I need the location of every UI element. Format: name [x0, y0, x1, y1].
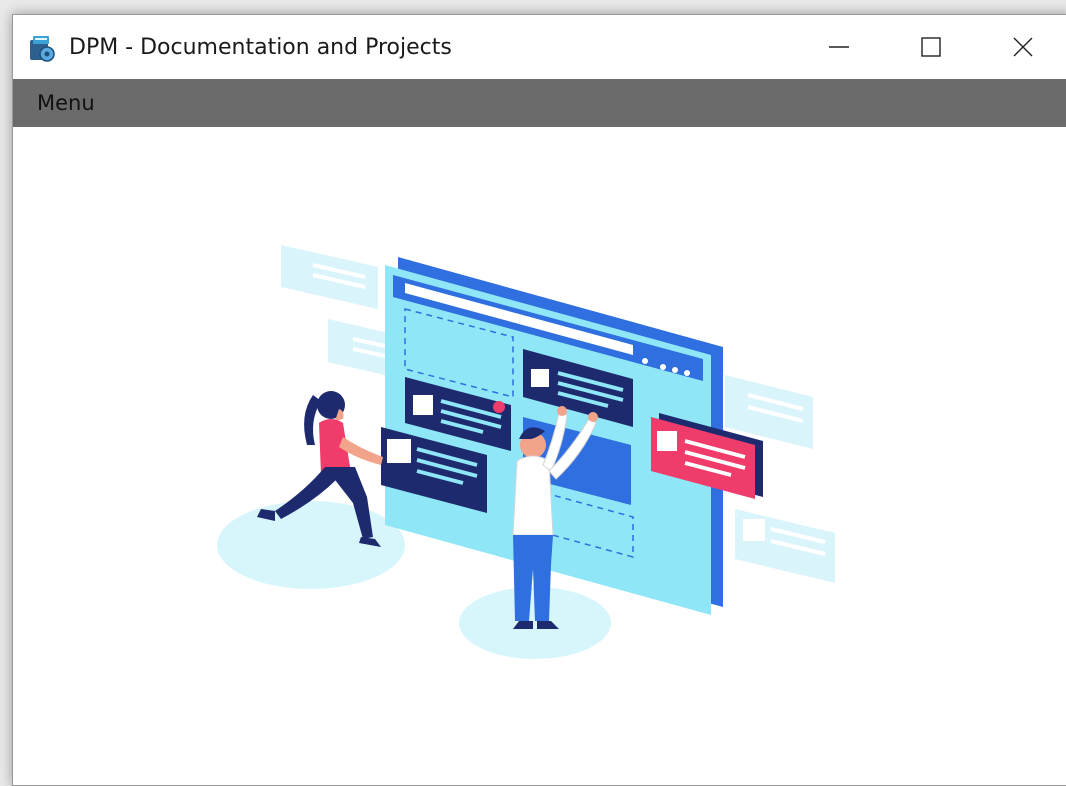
- minimize-button[interactable]: [793, 15, 885, 79]
- main-content: [13, 127, 1066, 785]
- menu-button[interactable]: Menu: [37, 89, 95, 117]
- minimize-icon: [829, 46, 849, 48]
- dpm-app-icon: [30, 36, 55, 62]
- background-card-left-middle: [328, 319, 393, 377]
- team-collaboration-illustration: [217, 245, 835, 659]
- background-card-right-bottom: [735, 509, 835, 583]
- maximize-button[interactable]: [885, 15, 977, 79]
- menu-bar: Menu: [13, 79, 1066, 127]
- app-window: DPM - Documentation and Projects Menu: [12, 14, 1066, 786]
- window-title: DPM - Documentation and Projects: [69, 35, 452, 60]
- close-icon: [1013, 37, 1033, 57]
- close-button[interactable]: [977, 15, 1066, 79]
- title-bar[interactable]: DPM - Documentation and Projects: [13, 15, 1066, 79]
- maximize-icon: [921, 37, 941, 57]
